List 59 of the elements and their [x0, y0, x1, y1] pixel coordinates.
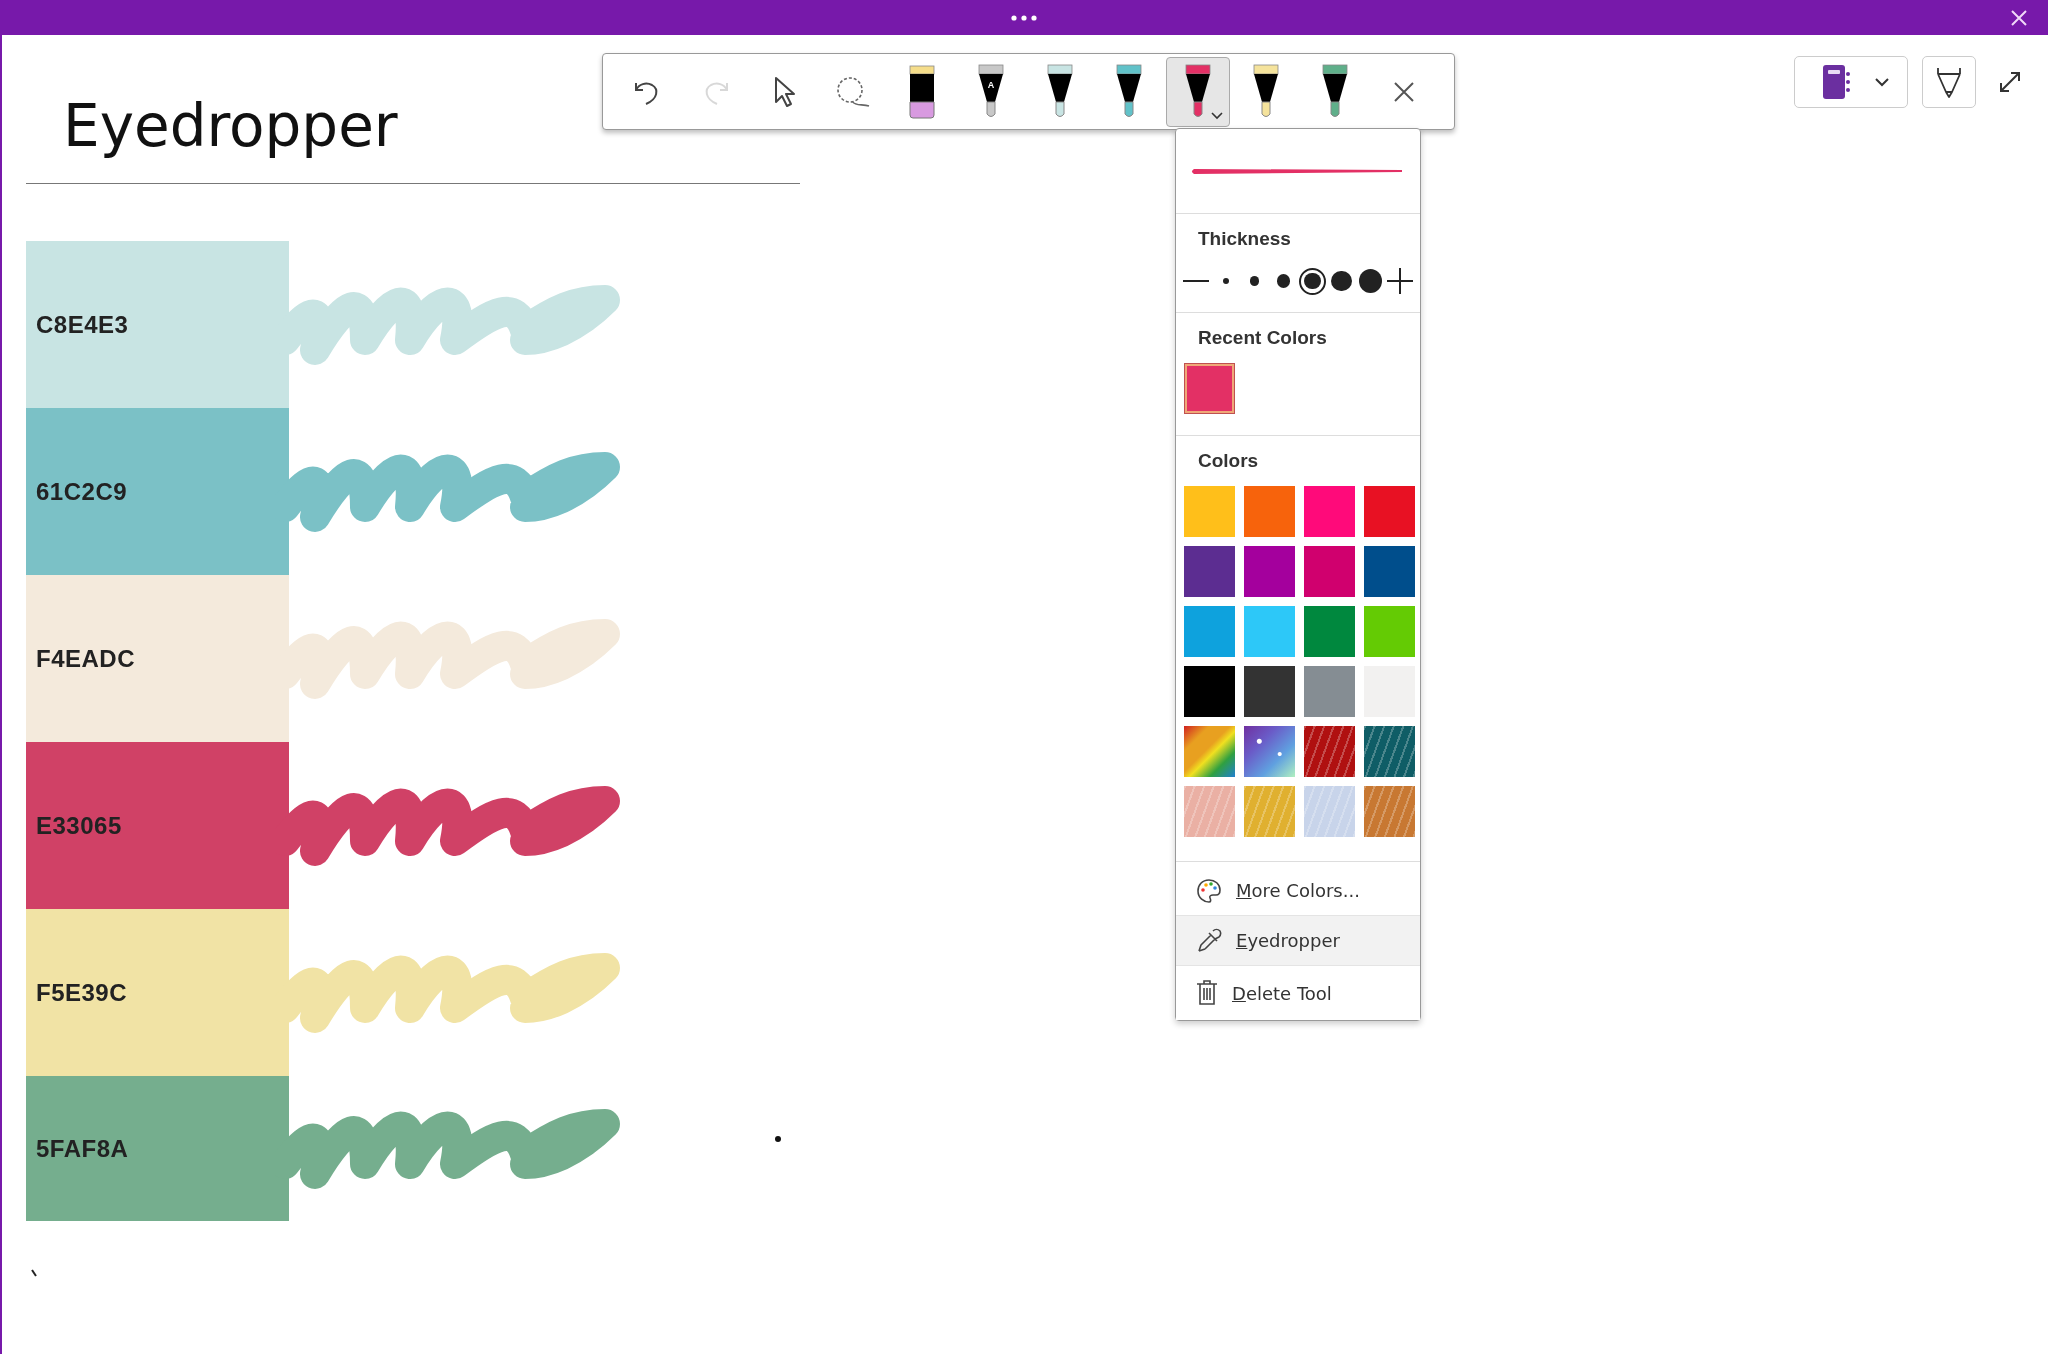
color-option[interactable]: [1364, 606, 1415, 657]
color-option[interactable]: [1244, 546, 1295, 597]
lasso-icon: [835, 75, 872, 108]
pen-icon: [1936, 66, 1962, 98]
palette-icon: [1196, 877, 1222, 904]
ink-mark: [31, 1269, 37, 1277]
thickness-option[interactable]: [1299, 267, 1326, 295]
color-option[interactable]: [1244, 726, 1295, 777]
trash-icon: [1196, 980, 1218, 1006]
pen-mode-button[interactable]: [1922, 56, 1976, 108]
more-icon[interactable]: [1011, 14, 1037, 21]
color-option[interactable]: [1364, 726, 1415, 777]
color-option[interactable]: [1244, 606, 1295, 657]
color-option[interactable]: [1364, 786, 1415, 837]
hex-label: F4EADC: [36, 644, 135, 673]
minus-icon: [1183, 279, 1209, 283]
section-heading: Thickness: [1197, 227, 1292, 251]
ink-dot: [775, 1136, 781, 1142]
chevron-icon: [1875, 77, 1889, 87]
color-option[interactable]: [1304, 786, 1355, 837]
notebook-icon: [1821, 64, 1851, 100]
menu-item[interactable]: Eyedropper: [1176, 916, 1420, 966]
plus-icon: [1387, 268, 1413, 294]
pointer-icon: [772, 75, 797, 108]
notebook-button[interactable]: [1794, 56, 1908, 108]
menu-item[interactable]: Delete Tool: [1176, 966, 1420, 1020]
color-option[interactable]: [1184, 486, 1235, 537]
color-option[interactable]: [1304, 606, 1355, 657]
expand-icon: [1999, 71, 2021, 93]
color-option[interactable]: [1304, 486, 1355, 537]
close-icon[interactable]: [2010, 9, 2028, 27]
color-option[interactable]: [1244, 666, 1295, 717]
color-option[interactable]: [1184, 606, 1235, 657]
recent-color[interactable]: [1184, 363, 1235, 414]
color-option[interactable]: [1364, 546, 1415, 597]
pen-tool[interactable]: A: [959, 56, 1024, 127]
section-heading: Recent Colors: [1197, 326, 1328, 350]
color-option[interactable]: [1184, 666, 1235, 717]
hex-label: C8E4E3: [36, 310, 129, 339]
close-icon: [1392, 80, 1415, 103]
menu-item[interactable]: More Colors...: [1176, 866, 1420, 916]
color-option[interactable]: [1184, 726, 1235, 777]
hex-label: E33065: [36, 811, 122, 840]
eyedropper-icon: [1196, 927, 1222, 954]
color-option[interactable]: [1184, 546, 1235, 597]
color-option[interactable]: [1304, 666, 1355, 717]
color-option[interactable]: [1364, 486, 1415, 537]
color-option[interactable]: [1304, 546, 1355, 597]
pen-tool[interactable]: [1165, 56, 1230, 127]
hex-label: F5E39C: [36, 978, 128, 1007]
color-option[interactable]: [1244, 786, 1295, 837]
chevron-icon: [1210, 111, 1223, 120]
color-option[interactable]: [1244, 486, 1295, 537]
color-option[interactable]: [1184, 786, 1235, 837]
increase-button[interactable]: [1386, 266, 1414, 296]
hex-label: 61C2C9: [36, 477, 128, 506]
color-option[interactable]: [1304, 726, 1355, 777]
section-heading: Colors: [1197, 449, 1260, 473]
hex-label: 5FAF8A: [36, 1134, 129, 1163]
